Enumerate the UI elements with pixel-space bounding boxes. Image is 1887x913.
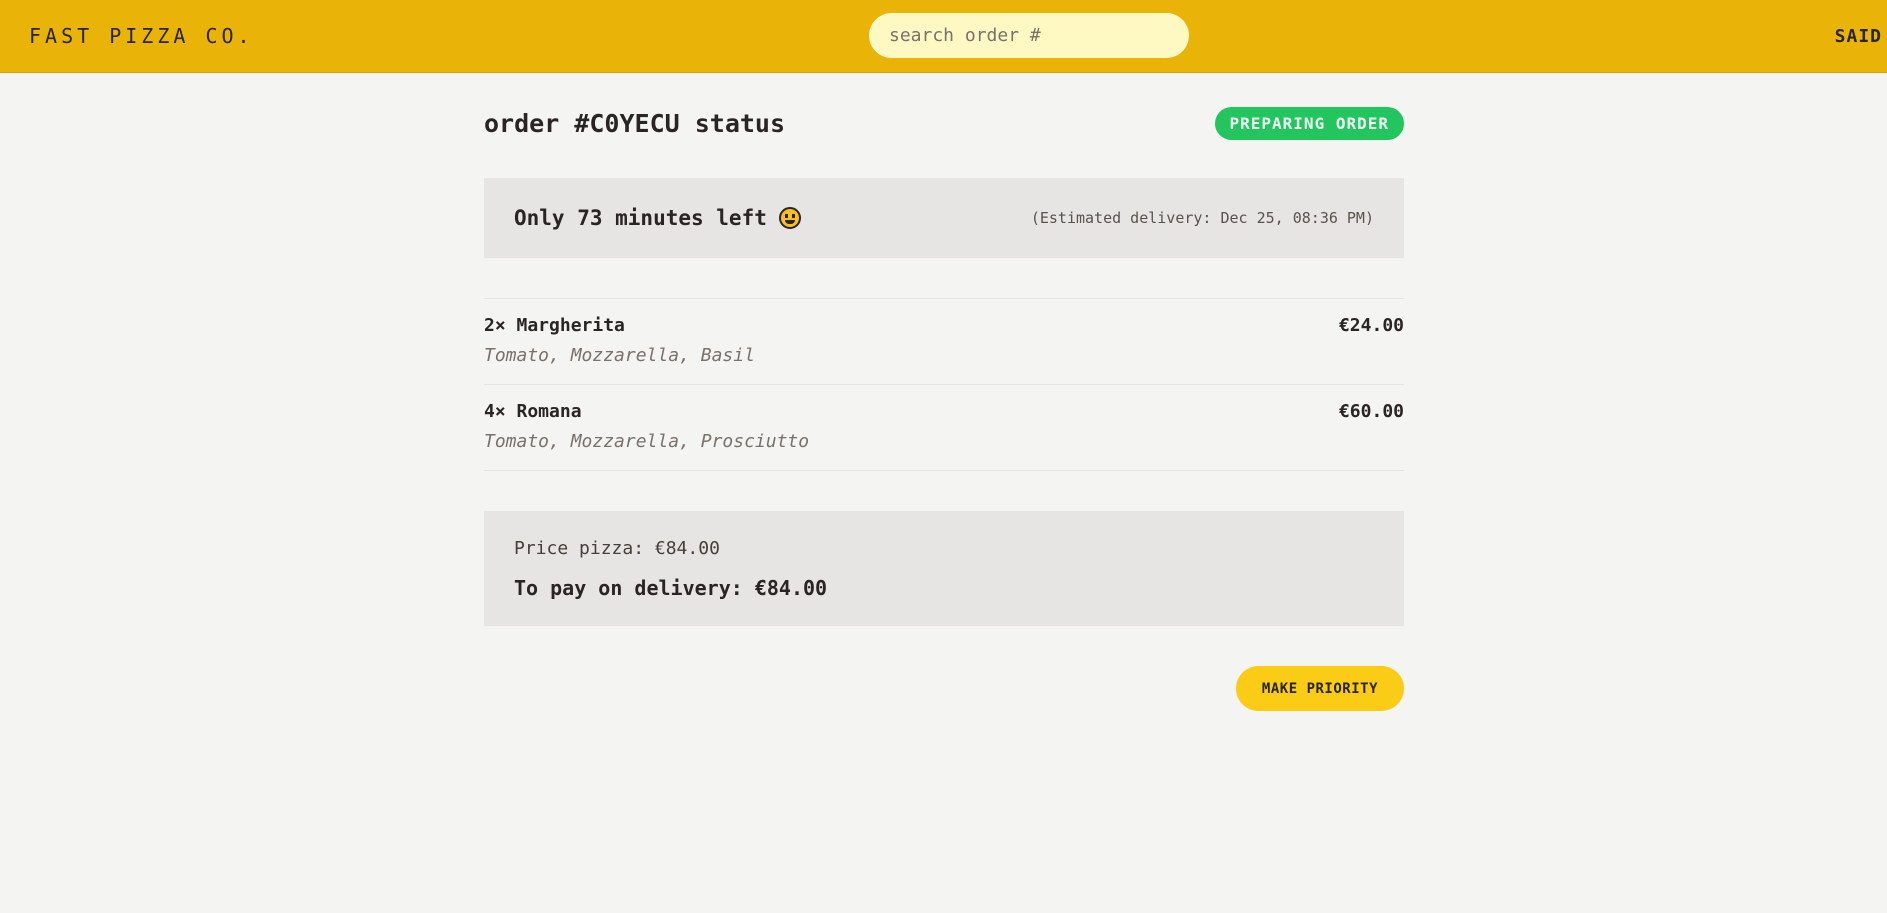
order-page: order #C0YECU status PREPARING ORDER Onl…: [484, 73, 1404, 711]
list-item: 4× Romana €60.00 Tomato, Mozzarella, Pro…: [484, 385, 1404, 471]
make-priority-button[interactable]: MAKE PRIORITY: [1235, 666, 1404, 711]
logo-link[interactable]: FAST PIZZA CO.: [29, 24, 254, 48]
grinning-face-icon: [778, 207, 801, 229]
item-ingredients: Tomato, Mozzarella, Prosciutto: [484, 431, 810, 452]
order-title: order #C0YECU status: [484, 108, 786, 138]
estimated-delivery: (Estimated delivery: Dec 25, 08:36 PM): [1030, 209, 1374, 227]
eta-text: Only 73 minutes left: [514, 206, 767, 230]
item-price: €24.00: [1338, 315, 1404, 336]
price-pizza: Price pizza: €84.00: [514, 538, 720, 559]
item-ingredients: Tomato, Mozzarella, Basil: [484, 345, 755, 366]
price-summary: Price pizza: €84.00 To pay on delivery: …: [484, 511, 1404, 626]
order-title-row: order #C0YECU status PREPARING ORDER: [484, 106, 1404, 140]
order-items-list: 2× Margherita €24.00 Tomato, Mozzarella,…: [484, 298, 1404, 471]
list-item: 2× Margherita €24.00 Tomato, Mozzarella,…: [484, 299, 1404, 385]
eta-panel: Only 73 minutes left (Estimated delivery…: [484, 178, 1404, 258]
item-name: 4× Romana: [484, 401, 582, 422]
status-badge: PREPARING ORDER: [1214, 106, 1404, 140]
item-price: €60.00: [1338, 401, 1404, 422]
to-pay-on-delivery: To pay on delivery: €84.00: [514, 576, 828, 600]
username: SAID: [1834, 25, 1882, 47]
search-order-input[interactable]: [869, 13, 1189, 58]
eta-countdown: Only 73 minutes left: [514, 206, 801, 230]
app-header: FAST PIZZA CO. SAID: [0, 0, 1887, 73]
actions-row: MAKE PRIORITY: [484, 666, 1404, 711]
item-name: 2× Margherita: [484, 315, 625, 336]
